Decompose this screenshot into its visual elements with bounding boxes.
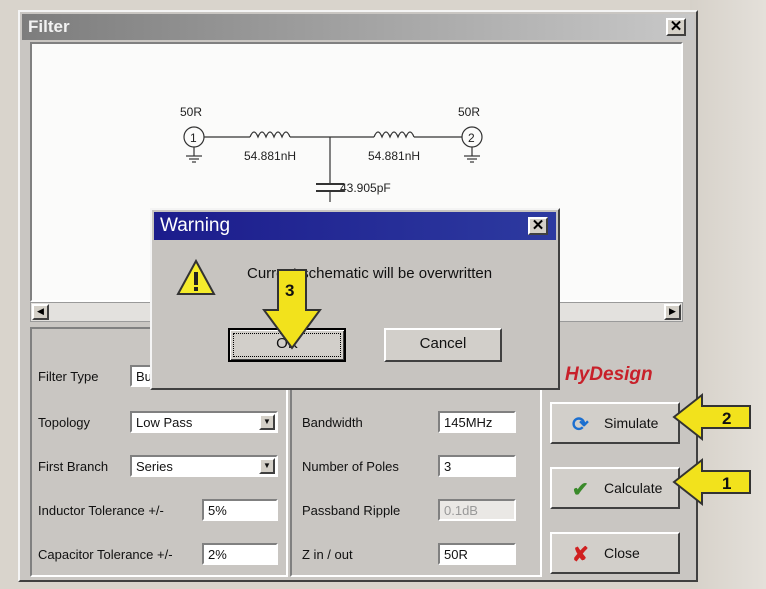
- svg-text:1: 1: [722, 474, 731, 493]
- simulate-button[interactable]: ⟳ Simulate: [550, 402, 680, 444]
- inductor-1-symbol: [249, 131, 291, 139]
- capacitor-tolerance-label: Capacitor Tolerance +/-: [38, 547, 173, 562]
- checkmark-icon: ✔: [572, 479, 589, 501]
- z-in-out-input[interactable]: 50R: [438, 543, 516, 565]
- topology-label: Topology: [38, 415, 91, 430]
- window-close-button[interactable]: ✕: [666, 18, 686, 36]
- capacitor-label: 43.905pF: [340, 181, 391, 195]
- svg-text:2: 2: [722, 409, 731, 428]
- topology-select[interactable]: Low Pass ▼: [130, 411, 278, 433]
- close-label: Close: [604, 545, 640, 561]
- capacitor-tolerance-input[interactable]: 2%: [202, 543, 278, 565]
- window-title: Filter: [28, 17, 70, 36]
- chevron-down-icon[interactable]: ▼: [259, 414, 275, 430]
- calculate-label: Calculate: [604, 480, 663, 496]
- inductor-2-label: 54.881nH: [368, 149, 420, 163]
- number-of-poles-input[interactable]: 3: [438, 455, 516, 477]
- filter-type-label: Filter Type: [38, 369, 99, 384]
- dialog-close-button[interactable]: ✕: [528, 217, 548, 235]
- inductor-tolerance-input[interactable]: 5%: [202, 499, 278, 521]
- callout-arrow-1: 1: [672, 457, 751, 507]
- inductor-1-label: 54.881nH: [244, 149, 296, 163]
- port-2-number: 2: [468, 131, 475, 145]
- passband-ripple-input[interactable]: 0.1dB: [438, 499, 516, 521]
- warning-icon: [176, 258, 216, 295]
- refresh-icon: ⟳: [572, 414, 589, 436]
- inductor-tolerance-label: Inductor Tolerance +/-: [38, 503, 164, 518]
- first-branch-select[interactable]: Series ▼: [130, 455, 278, 477]
- chevron-down-icon[interactable]: ▼: [259, 458, 275, 474]
- port-1-label: 50R: [180, 105, 202, 119]
- close-x-icon: ✘: [572, 544, 589, 566]
- port-1-number: 1: [190, 131, 197, 145]
- callout-arrow-2: 2: [672, 392, 751, 442]
- calculate-button[interactable]: ✔ Calculate: [550, 467, 680, 509]
- title-bar: Filter ✕: [22, 14, 694, 40]
- svg-text:3: 3: [285, 281, 294, 300]
- z-in-out-label: Z in / out: [302, 547, 353, 562]
- bandwidth-input[interactable]: 145MHz: [438, 411, 516, 433]
- warning-dialog: Warning ✕ Current schematic will be over…: [150, 208, 560, 390]
- scroll-right-button[interactable]: ▶: [664, 304, 681, 320]
- scroll-left-button[interactable]: ◀: [32, 304, 49, 320]
- passband-ripple-label: Passband Ripple: [302, 503, 401, 518]
- cancel-button[interactable]: Cancel: [384, 328, 502, 362]
- inductor-2-symbol: [373, 131, 415, 139]
- simulate-label: Simulate: [604, 415, 659, 431]
- hydesign-logo: HyDesign: [565, 364, 653, 385]
- dialog-title: Warning: [160, 215, 231, 236]
- first-branch-label: First Branch: [38, 459, 109, 474]
- bandwidth-label: Bandwidth: [302, 415, 363, 430]
- port-2-label: 50R: [458, 105, 480, 119]
- close-button[interactable]: ✘ Close: [550, 532, 680, 574]
- callout-arrow-3: 3: [262, 269, 322, 350]
- number-of-poles-label: Number of Poles: [302, 459, 399, 474]
- dialog-title-bar: Warning ✕: [154, 212, 556, 240]
